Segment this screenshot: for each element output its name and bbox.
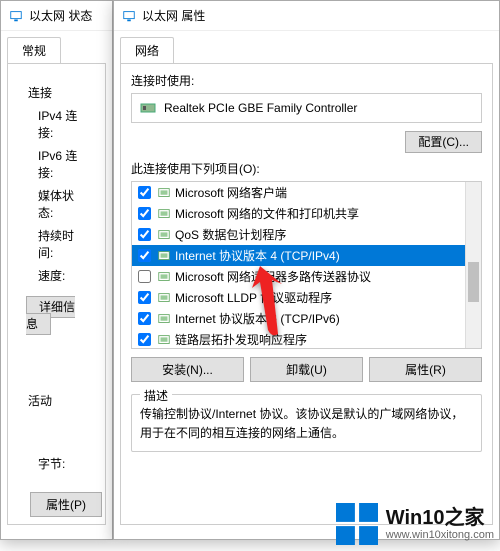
protocol-icon (157, 291, 171, 305)
protocol-icon (157, 207, 171, 221)
status-window: 以太网 状态 常规 连接 IPv4 连接: IPv6 连接: 媒体状态: 持续时… (0, 0, 113, 540)
props-window: 以太网 属性 网络 连接时使用: Realtek PCIe GBE Family… (113, 0, 500, 540)
item-checkbox[interactable] (138, 228, 151, 241)
ipv6-label: IPv6 连接: (28, 147, 87, 181)
list-item[interactable]: QoS 数据包计划程序 (132, 224, 481, 245)
ipv4-label: IPv4 连接: (28, 107, 87, 141)
item-label: Microsoft 网络的文件和打印机共享 (175, 205, 359, 222)
item-checkbox[interactable] (138, 312, 151, 325)
item-label: Microsoft LLDP 协议驱动程序 (175, 289, 332, 306)
watermark-brand: Win10之家 (386, 507, 494, 529)
protocol-icon (157, 186, 171, 200)
connect-using-label: 连接时使用: (131, 72, 482, 89)
list-item[interactable]: Microsoft 网络客户端 (132, 182, 481, 203)
items-label: 此连接使用下列项目(O): (131, 160, 482, 177)
props-title: 以太网 属性 (142, 7, 205, 24)
media-label: 媒体状态: (28, 187, 87, 221)
watermark-url: www.win10xitong.com (386, 529, 494, 541)
network-icon (9, 9, 23, 23)
protocol-icon (157, 249, 171, 263)
item-checkbox[interactable] (138, 186, 151, 199)
status-title: 以太网 状态 (29, 7, 92, 24)
protocol-icon (157, 228, 171, 242)
item-checkbox[interactable] (138, 291, 151, 304)
protocol-icon (157, 270, 171, 284)
configure-button[interactable]: 配置(C)... (405, 131, 482, 153)
adapter-name: Realtek PCIe GBE Family Controller (164, 101, 357, 115)
uninstall-button[interactable]: 卸载(U) (250, 357, 363, 382)
network-icon (122, 9, 136, 23)
bytes-label: 字节: (28, 455, 87, 472)
list-item[interactable]: Internet 协议版本 4 (TCP/IPv4) (132, 245, 481, 266)
install-button[interactable]: 安装(N)... (131, 357, 244, 382)
list-item[interactable]: Microsoft LLDP 协议驱动程序 (132, 287, 481, 308)
nic-icon (140, 100, 156, 116)
list-item[interactable]: Microsoft 网络的文件和打印机共享 (132, 203, 481, 224)
item-props-button[interactable]: 属性(R) (369, 357, 482, 382)
protocol-icon (157, 312, 171, 326)
list-item[interactable]: 链路层拓扑发现响应程序 (132, 329, 481, 349)
items-list[interactable]: Microsoft 网络客户端 Microsoft 网络的文件和打印机共享 QoS … (131, 181, 482, 349)
item-label: QoS 数据包计划程序 (175, 226, 286, 243)
description-text: 传输控制协议/Internet 协议。该协议是默认的广域网络协议，用于在不同的相… (140, 405, 473, 443)
item-checkbox[interactable] (138, 249, 151, 262)
status-titlebar: 以太网 状态 (1, 1, 112, 31)
list-scrollbar[interactable] (465, 182, 481, 348)
tab-general[interactable]: 常规 (7, 37, 61, 63)
scroll-thumb[interactable] (468, 262, 479, 302)
description-title: 描述 (140, 387, 172, 404)
item-label: Microsoft 网络客户端 (175, 184, 287, 201)
list-item[interactable]: Microsoft 网络适配器多路传送器协议 (132, 266, 481, 287)
tab-network[interactable]: 网络 (120, 37, 174, 63)
props-titlebar: 以太网 属性 (114, 1, 499, 31)
item-label: Internet 协议版本 4 (TCP/IPv4) (175, 247, 340, 264)
activity-section: 活动 (28, 392, 87, 409)
description-group: 描述 传输控制协议/Internet 协议。该协议是默认的广域网络协议，用于在不… (131, 394, 482, 452)
adapter-box: Realtek PCIe GBE Family Controller (131, 93, 482, 123)
protocol-icon (157, 333, 171, 347)
duration-label: 持续时间: (28, 227, 87, 261)
details-button[interactable]: 详细信息 (26, 296, 75, 335)
item-label: Internet 协议版本 6 (TCP/IPv6) (175, 310, 340, 327)
item-label: Microsoft 网络适配器多路传送器协议 (175, 268, 371, 285)
item-checkbox[interactable] (138, 333, 151, 346)
watermark: Win10之家 www.win10xitong.com (336, 503, 494, 545)
status-props-button[interactable]: 属性(P) (30, 492, 102, 517)
item-checkbox[interactable] (138, 207, 151, 220)
item-label: 链路层拓扑发现响应程序 (175, 331, 307, 348)
conn-section: 连接 (28, 84, 87, 101)
item-checkbox[interactable] (138, 270, 151, 283)
list-item[interactable]: Internet 协议版本 6 (TCP/IPv6) (132, 308, 481, 329)
speed-label: 速度: (28, 267, 87, 284)
windows-logo-icon (336, 503, 378, 545)
